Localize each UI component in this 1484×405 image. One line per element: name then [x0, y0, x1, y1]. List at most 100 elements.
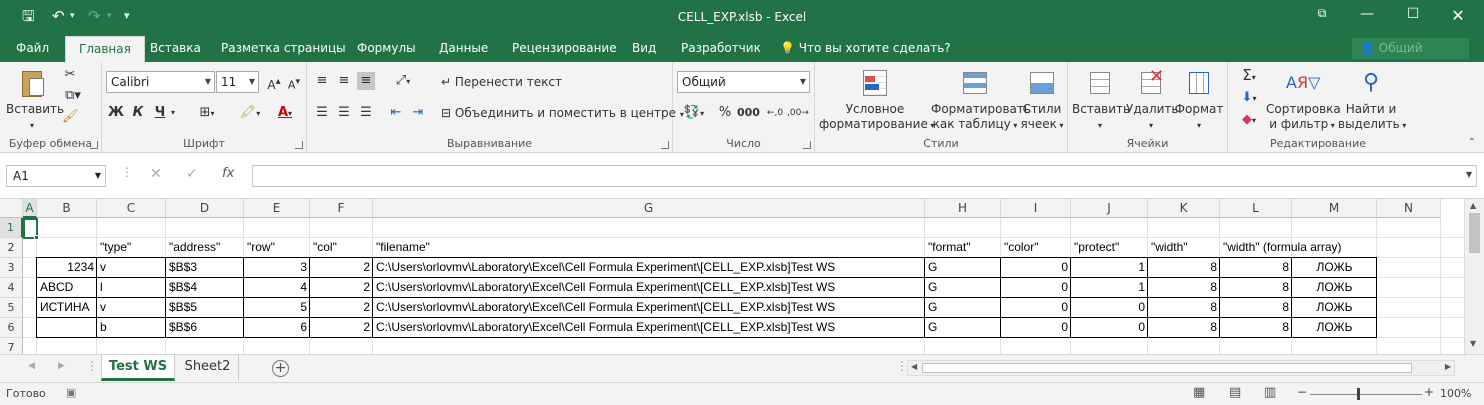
- clipboard-launcher[interactable]: [90, 141, 98, 149]
- col-header-h[interactable]: H: [925, 199, 1001, 218]
- data-cell[interactable]: 8: [1220, 318, 1292, 338]
- align-left-icon[interactable]: ☰: [313, 104, 331, 122]
- data-cell[interactable]: 2: [310, 278, 373, 298]
- worksheet-grid[interactable]: A B C D E F G H I J K L M N 1 2 3 4 5 6 …: [0, 199, 1484, 354]
- tab-page-layout[interactable]: Разметка страницы: [221, 36, 346, 62]
- italic-button[interactable]: К: [130, 104, 146, 122]
- data-cell[interactable]: 0: [1001, 298, 1071, 318]
- header-cell-protect[interactable]: "protect": [1071, 238, 1148, 258]
- col-header-m[interactable]: M: [1292, 199, 1377, 218]
- data-cell[interactable]: l: [97, 278, 166, 298]
- data-cell[interactable]: C:\Users\orlovmv\Laboratory\Excel\Cell F…: [373, 258, 925, 278]
- normal-view-icon[interactable]: ▦: [1193, 385, 1205, 400]
- zoom-in-icon[interactable]: +: [1424, 385, 1434, 399]
- data-cell[interactable]: 0: [1071, 318, 1148, 338]
- fill-color-icon[interactable]: 🖍▾: [236, 104, 264, 122]
- data-cell[interactable]: 8: [1148, 278, 1220, 298]
- row-header-2[interactable]: 2: [0, 238, 23, 258]
- header-cell-color[interactable]: "color": [1001, 238, 1071, 258]
- decrease-font-icon[interactable]: A▾: [285, 73, 303, 92]
- col-header-n[interactable]: N: [1377, 199, 1441, 218]
- name-box[interactable]: A1 ▼: [6, 165, 106, 187]
- underline-dropdown-icon[interactable]: ▾: [168, 104, 178, 122]
- clear-icon[interactable]: ◆▾: [1234, 111, 1264, 129]
- col-header-d[interactable]: D: [166, 199, 244, 218]
- increase-indent-icon[interactable]: ⇥: [409, 104, 427, 122]
- close-icon[interactable]: ✕: [1443, 6, 1473, 25]
- data-cell[interactable]: 8: [1220, 258, 1292, 278]
- font-size-combo[interactable]: 11 ▼: [216, 71, 259, 93]
- data-cell[interactable]: 6: [244, 318, 310, 338]
- delete-cells-button[interactable]: ✕ Удалить ▾: [1126, 68, 1179, 133]
- col-header-b[interactable]: B: [37, 199, 97, 218]
- copy-icon[interactable]: ⧉▾: [62, 87, 84, 105]
- data-cell[interactable]: G: [925, 278, 1001, 298]
- col-header-g[interactable]: G: [373, 199, 925, 218]
- data-cell[interactable]: $B$4: [166, 278, 244, 298]
- percent-icon[interactable]: %: [717, 104, 733, 122]
- align-middle-icon[interactable]: ≡: [335, 72, 353, 90]
- col-header-j[interactable]: J: [1071, 199, 1148, 218]
- select-all-corner[interactable]: [0, 199, 23, 218]
- data-cell[interactable]: ABCD: [37, 278, 97, 298]
- data-cell[interactable]: 0: [1001, 318, 1071, 338]
- header-cell-width[interactable]: "width": [1148, 238, 1220, 258]
- orientation-icon[interactable]: ⤢▾: [389, 72, 417, 90]
- insert-function-button[interactable]: fx: [222, 166, 234, 181]
- horizontal-scrollbar[interactable]: ◀ ▶: [907, 360, 1455, 376]
- sheet-tab-sheet2[interactable]: Sheet2: [177, 355, 239, 381]
- header-cell-width-array[interactable]: "width" (formula array): [1220, 238, 1377, 258]
- header-cell-address[interactable]: "address": [166, 238, 244, 258]
- data-cell[interactable]: G: [925, 298, 1001, 318]
- header-cell-filename[interactable]: "filename": [373, 238, 925, 258]
- data-cell[interactable]: 0: [1001, 278, 1071, 298]
- expand-formula-icon[interactable]: ▼: [1466, 170, 1472, 179]
- data-cell[interactable]: G: [925, 318, 1001, 338]
- accounting-format-icon[interactable]: 💱▾: [679, 104, 709, 122]
- col-header-k[interactable]: K: [1148, 199, 1220, 218]
- format-cells-button[interactable]: Формат ▾: [1174, 68, 1224, 133]
- increase-font-icon[interactable]: A▴: [265, 73, 283, 92]
- align-center-icon[interactable]: ☰: [335, 104, 353, 122]
- macro-record-icon[interactable]: ▣: [66, 386, 76, 399]
- data-cell[interactable]: C:\Users\orlovmv\Laboratory\Excel\Cell F…: [373, 278, 925, 298]
- tab-file[interactable]: Файл: [16, 36, 49, 62]
- tab-view[interactable]: Вид: [632, 36, 656, 62]
- row-header-6[interactable]: 6: [0, 318, 23, 338]
- data-cell[interactable]: 2: [310, 318, 373, 338]
- borders-icon[interactable]: ⊞▾: [194, 104, 220, 122]
- col-header-e[interactable]: E: [244, 199, 310, 218]
- font-color-icon[interactable]: A▾: [270, 104, 300, 122]
- decrease-indent-icon[interactable]: ⇤: [387, 104, 405, 122]
- col-header-c[interactable]: C: [97, 199, 166, 218]
- row-header-1[interactable]: 1: [0, 218, 23, 238]
- header-cell-format[interactable]: "format": [925, 238, 1001, 258]
- tab-data[interactable]: Данные: [439, 36, 488, 62]
- data-cell[interactable]: 5: [244, 298, 310, 318]
- tab-insert[interactable]: Вставка: [150, 36, 201, 62]
- data-cell[interactable]: $B$5: [166, 298, 244, 318]
- data-cell[interactable]: C:\Users\orlovmv\Laboratory\Excel\Cell F…: [373, 318, 925, 338]
- row-header-5[interactable]: 5: [0, 298, 23, 318]
- row-header-3[interactable]: 3: [0, 258, 23, 278]
- tab-review[interactable]: Рецензирование: [512, 36, 617, 62]
- font-launcher[interactable]: [295, 141, 303, 149]
- format-as-table-button[interactable]: Форматировать как таблицу ▾: [931, 68, 1031, 133]
- alignment-launcher[interactable]: [661, 141, 669, 149]
- data-cell[interactable]: C:\Users\orlovmv\Laboratory\Excel\Cell F…: [373, 298, 925, 318]
- minimize-icon[interactable]: —: [1352, 6, 1382, 22]
- data-cell[interactable]: 4: [244, 278, 310, 298]
- data-cell[interactable]: 2: [310, 258, 373, 278]
- data-cell[interactable]: ЛОЖЬ: [1292, 298, 1377, 318]
- data-cell[interactable]: b: [97, 318, 166, 338]
- data-cell[interactable]: 8: [1148, 258, 1220, 278]
- tab-developer[interactable]: Разработчик: [681, 36, 761, 62]
- fill-handle[interactable]: [34, 235, 39, 240]
- increase-decimal-icon[interactable]: ←,0: [765, 104, 785, 122]
- page-layout-view-icon[interactable]: ▤: [1229, 385, 1241, 400]
- data-cell[interactable]: v: [97, 258, 166, 278]
- data-cell[interactable]: 1: [1071, 258, 1148, 278]
- sort-filter-button[interactable]: AЯ▽ Сортировка и фильтр ▾: [1266, 68, 1341, 133]
- data-cell[interactable]: 3: [244, 258, 310, 278]
- data-cell[interactable]: ЛОЖЬ: [1292, 278, 1377, 298]
